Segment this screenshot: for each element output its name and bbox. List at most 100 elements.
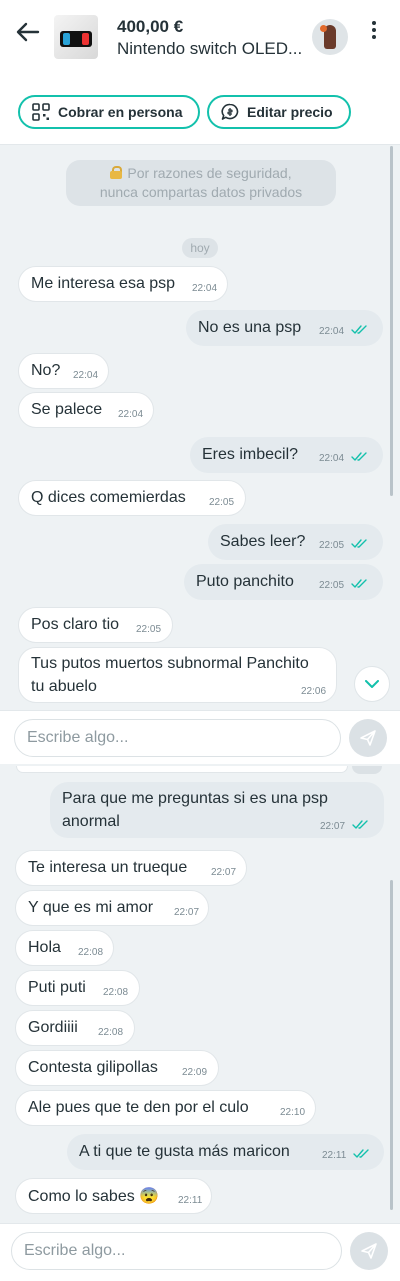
message-input[interactable]: Escribe algo... [11,1232,342,1270]
message-text: No? [31,362,61,379]
scrollbar[interactable] [390,880,393,1210]
double-check-icon [351,539,367,548]
message-bubble-outgoing[interactable]: Sabes leer? 22:05 [208,524,383,560]
charge-in-person-button[interactable]: Cobrar en persona [18,95,200,129]
message-text: Sabes leer? [220,533,306,550]
message-bubble-outgoing[interactable]: Puto panchito 22:05 [184,564,383,600]
message-text: Y que es mi amor [28,899,154,916]
message-time: 22:06 [301,686,327,697]
edit-price-button[interactable]: Editar precio [207,95,351,129]
message-time: 22:04 [319,326,345,337]
message-time: 22:05 [136,624,162,635]
chevron-down-icon [365,679,379,688]
message-bubble-incoming[interactable]: Pos claro tio 22:05 [18,607,173,643]
message-time: 22:11 [178,1195,203,1206]
message-text-line1: Tus putos muertos subnormal Panchito [31,655,309,672]
message-bubble-outgoing[interactable]: Para que me preguntas si es una psp anor… [50,782,384,838]
message-time: 22:05 [319,540,345,551]
composer-bar: Escribe algo... [0,710,400,764]
message-text: Ale pues que te den por el culo [28,1099,249,1116]
message-text: Pos claro tio [31,616,120,633]
security-notice-line1: Por razones de seguridad, [127,165,292,181]
day-separator: hoy [182,238,218,258]
message-time: 22:07 [320,821,346,832]
message-time: 22:11 [322,1150,347,1161]
message-text: Como lo sabes 😨 [28,1188,160,1205]
message-time: 22:10 [280,1107,306,1118]
scroll-to-bottom-button[interactable] [354,666,390,702]
message-bubble-incoming[interactable]: Gordiiii 22:08 [15,1010,135,1046]
message-text: Me interesa esa psp [31,275,176,292]
message-text-line1: Para que me preguntas si es una psp [62,790,328,807]
message-bubble-incoming[interactable]: Ale pues que te den por el culo 22:10 [15,1090,316,1126]
message-input[interactable]: Escribe algo... [14,719,341,757]
previous-bubble-edge [16,766,348,773]
security-notice-line2: nunca compartas datos privados [99,184,303,200]
scrollbar[interactable] [390,146,393,496]
message-time: 22:08 [98,1027,124,1038]
qr-code-icon [32,103,50,121]
chat-header: 400,00 € Nintendo switch OLED... [0,0,400,80]
double-check-icon [351,325,367,334]
message-time: 22:04 [73,370,99,381]
price-tag-chat-icon [221,103,239,120]
message-bubble-incoming[interactable]: Como lo sabes 😨 22:11 [15,1178,212,1214]
send-button[interactable] [349,719,387,757]
message-text-line2: anormal [62,813,120,830]
more-vert-icon[interactable] [363,18,385,44]
message-bubble-incoming[interactable]: Q dices comemierdas 22:05 [18,480,246,516]
message-bubble-incoming[interactable]: Hola 22:08 [15,930,114,966]
message-time: 22:04 [192,283,218,294]
message-bubble-outgoing[interactable]: A ti que te gusta más maricon 22:11 [67,1134,384,1170]
message-text: Gordiiii [28,1019,78,1036]
message-bubble-outgoing[interactable]: No es una psp 22:04 [186,310,383,346]
message-bubble-incoming[interactable]: Te interesa un trueque 22:07 [15,850,247,886]
product-price: 400,00 € [117,17,184,36]
message-bubble-incoming[interactable]: No? 22:04 [18,353,109,389]
message-bubble-outgoing[interactable]: Eres imbecil? 22:04 [190,437,383,473]
message-time: 22:05 [209,497,235,508]
message-text: Puti puti [28,979,86,996]
message-text: Eres imbecil? [202,446,299,463]
message-bubble-incoming[interactable]: Y que es mi amor 22:07 [15,890,209,926]
charge-in-person-label: Cobrar en persona [58,104,183,120]
send-icon [361,1243,377,1259]
avatar[interactable] [312,19,348,55]
composer-bar: Escribe algo... [0,1223,400,1281]
message-time: 22:08 [103,987,129,998]
message-time: 22:08 [78,947,104,958]
back-arrow-icon[interactable] [14,18,42,46]
message-bubble-incoming[interactable]: Se palece 22:04 [18,392,154,428]
edit-price-label: Editar precio [247,104,333,120]
message-text: No es una psp [198,319,302,336]
message-text-line2: tu abuelo [31,678,97,695]
chat-screen-top: 400,00 € Nintendo switch OLED... Cobrar … [0,0,400,764]
double-check-icon [352,820,368,829]
action-bar: Cobrar en persona Editar precio [0,80,400,145]
double-check-icon [351,579,367,588]
message-time: 22:05 [319,580,345,591]
message-time: 22:04 [118,409,144,420]
send-icon [360,730,376,746]
message-time: 22:04 [319,453,345,464]
message-text: A ti que te gusta más maricon [79,1143,290,1160]
message-text: Se palece [31,401,103,418]
security-notice: Por razones de seguridad, nunca comparta… [66,160,336,206]
send-button[interactable] [350,1232,388,1270]
message-bubble-incoming[interactable]: Me interesa esa psp 22:04 [18,266,228,302]
message-bubble-incoming[interactable]: Puti puti 22:08 [15,970,140,1006]
previous-send-button-edge [352,766,382,774]
message-text: Q dices comemierdas [31,489,186,506]
product-title[interactable]: Nintendo switch OLED... [117,39,302,59]
message-text: Hola [28,939,61,956]
chat-screen-bottom: Para que me preguntas si es una psp anor… [0,764,400,1281]
product-thumbnail[interactable] [54,15,98,59]
message-time: 22:09 [182,1067,208,1078]
message-time: 22:07 [174,907,200,918]
message-text: Contesta gilipollas [28,1059,158,1076]
message-bubble-incoming[interactable]: Tus putos muertos subnormal Panchito tu … [18,647,337,703]
message-time: 22:07 [211,867,237,878]
message-bubble-incoming[interactable]: Contesta gilipollas 22:09 [15,1050,219,1086]
lock-icon [110,166,123,179]
double-check-icon [353,1149,369,1158]
